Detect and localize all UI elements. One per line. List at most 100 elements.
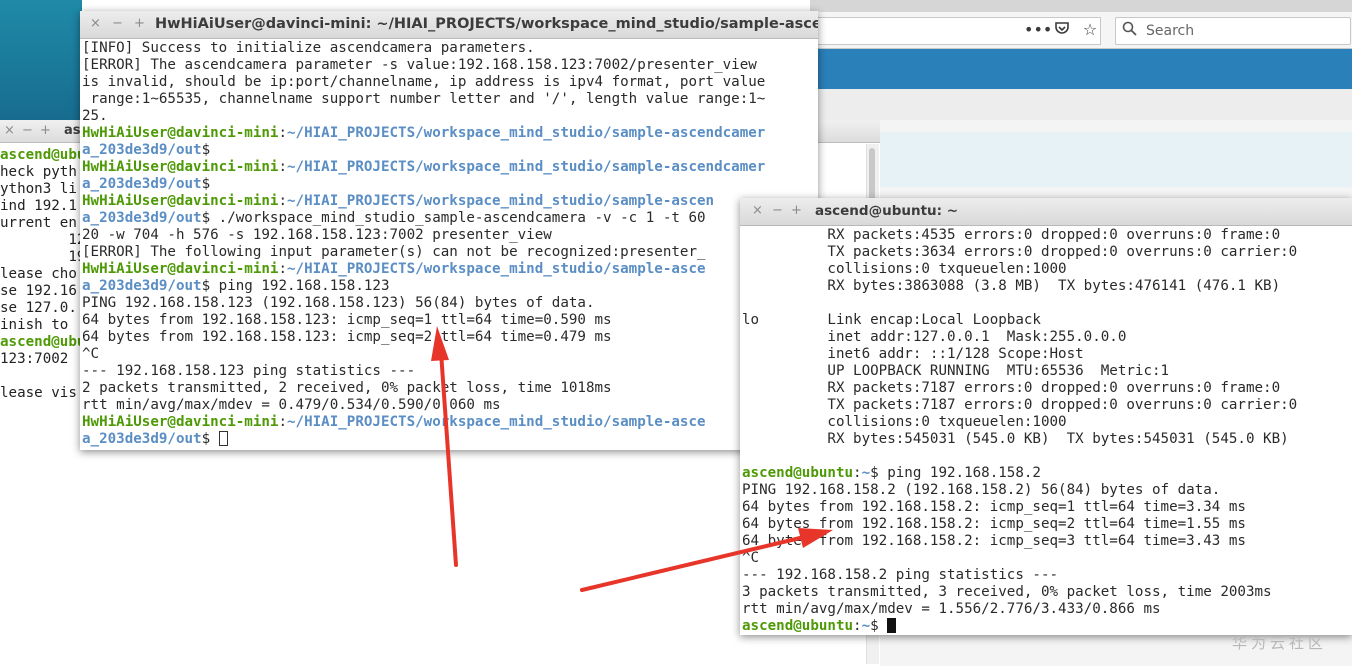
output-text: 64 bytes from 192.168.158.2: icmp_seq=1 …: [742, 499, 1246, 515]
prompt-dollar: $: [201, 431, 211, 447]
prompt-separator: :: [278, 261, 288, 277]
minimize-icon[interactable]: −: [112, 16, 123, 31]
prompt-path: ~/HIAI_PROJECTS/workspace_mind_studio/sa…: [287, 125, 766, 141]
search-icon: [1122, 21, 1137, 40]
terminal-line: se 127.0.: [0, 300, 77, 316]
terminal-line: [742, 295, 1297, 312]
terminal-line: ind 192.1: [0, 198, 77, 214]
close-icon[interactable]: ×: [752, 203, 763, 218]
browser-tab-strip: [810, 0, 1352, 12]
output-text: --- 192.168.158.123 ping statistics ---: [82, 363, 416, 379]
output-text: RX bytes:545031 (545.0 KB) TX bytes:5450…: [742, 431, 1289, 447]
terminal-line: ascend@ubu: [0, 147, 86, 163]
output-text: 64 bytes from 192.168.158.123: icmp_seq=…: [82, 312, 612, 328]
more-dots-icon[interactable]: •••: [1024, 20, 1052, 40]
output-text: RX bytes:3863088 (3.8 MB) TX bytes:47614…: [742, 278, 1281, 294]
pocket-icon[interactable]: [1052, 20, 1072, 40]
output-text: UP LOOPBACK RUNNING MTU:65536 Metric:1: [742, 363, 1170, 379]
command-text: ping 192.168.158.2: [878, 465, 1041, 481]
davinci-terminal-window[interactable]: × − + HwHiAiUser@davinci-mini: ~/HIAI_PR…: [80, 11, 818, 450]
prompt-path: a_203de3d9/out: [82, 142, 202, 158]
terminal-line: 3 packets transmitted, 3 received, 0% pa…: [742, 584, 1297, 601]
terminal-line: HwHiAiUser@davinci-mini:~/HIAI_PROJECTS/…: [82, 414, 765, 431]
terminal-cursor: [218, 431, 228, 446]
prompt-dollar: $: [870, 465, 879, 481]
terminal-line: 64 bytes from 192.168.158.2: icmp_seq=1 …: [742, 499, 1297, 516]
prompt-dollar: $: [870, 618, 879, 634]
prompt-path: ~: [861, 618, 871, 634]
terminal-line: TX packets:7187 errors:0 dropped:0 overr…: [742, 397, 1297, 414]
output-text: collisions:0 txqueuelen:1000: [742, 414, 1067, 430]
output-text: 20 -w 704 -h 576 -s 192.168.158.123:7002…: [82, 227, 552, 243]
browser-page-header: [810, 49, 1352, 89]
browser-toolbar: ••• ☆ Search: [810, 12, 1352, 49]
terminal-line: is invalid, should be ip:port/channelnam…: [82, 74, 765, 91]
terminal-line: 123:7002: [0, 351, 69, 367]
terminal-line: 64 bytes from 192.168.158.2: icmp_seq=3 …: [742, 533, 1297, 550]
prompt-path: a_203de3d9/out: [82, 431, 202, 447]
terminal-line: a_203de3d9/out$: [82, 431, 765, 448]
prompt-separator: :: [278, 125, 288, 141]
prompt-dollar: $: [201, 210, 211, 226]
ubuntu-terminal-window[interactable]: × − + ascend@ubuntu: ~ RX packets:4535 e…: [740, 198, 1352, 635]
prompt-separator: :: [278, 414, 288, 430]
output-text: PING 192.168.158.123 (192.168.158.123) 5…: [82, 295, 595, 311]
terminal-line: urrent en: [0, 215, 77, 231]
terminal-line: RX bytes:545031 (545.0 KB) TX bytes:5450…: [742, 431, 1297, 448]
terminal-line: PING 192.168.158.123 (192.168.158.123) 5…: [82, 295, 765, 312]
output-text: [ERROR] The following input parameter(s)…: [82, 244, 706, 260]
maximize-icon[interactable]: +: [134, 16, 145, 31]
search-box[interactable]: Search: [1115, 17, 1351, 45]
output-text: rtt min/avg/max/mdev = 0.479/0.534/0.590…: [82, 397, 501, 413]
output-text: RX packets:7187 errors:0 dropped:0 overr…: [742, 380, 1281, 396]
output-text: 64 bytes from 192.168.158.2: icmp_seq=3 …: [742, 533, 1246, 549]
terminal-line: 19: [0, 249, 86, 265]
prompt-path: a_203de3d9/out: [82, 210, 202, 226]
terminal-line: UP LOOPBACK RUNNING MTU:65536 Metric:1: [742, 363, 1297, 380]
terminal-line: rtt min/avg/max/mdev = 0.479/0.534/0.590…: [82, 397, 765, 414]
terminal-line: RX packets:4535 errors:0 dropped:0 overr…: [742, 227, 1297, 244]
output-text: 3 packets transmitted, 3 received, 0% pa…: [742, 584, 1272, 600]
command-text: ./workspace_mind_studio_sample-ascendcam…: [210, 210, 706, 226]
terminal-line: ^C: [82, 346, 765, 363]
output-text: [ERROR] The ascendcamera parameter -s va…: [82, 57, 757, 73]
prompt-path: a_203de3d9/out: [82, 176, 202, 192]
prompt-user: HwHiAiUser@davinci-mini: [82, 261, 279, 277]
terminal-line: a_203de3d9/out$ ping 192.168.158.123: [82, 278, 765, 295]
terminal-line: [ERROR] The ascendcamera parameter -s va…: [82, 57, 765, 74]
terminal-line: inish to: [0, 317, 69, 333]
star-icon[interactable]: ☆: [1080, 20, 1100, 40]
prompt-user: HwHiAiUser@davinci-mini: [82, 193, 279, 209]
terminal-line: ascend@ubuntu:~$: [742, 618, 1297, 635]
terminal-line: lease cho: [0, 266, 77, 282]
output-text: range:1~65535, channelname support numbe…: [82, 91, 766, 107]
terminal-line: se 192.16: [0, 283, 77, 299]
output-text: 2 packets transmitted, 2 received, 0% pa…: [82, 380, 612, 396]
terminal-line: 64 bytes from 192.168.158.2: icmp_seq=2 …: [742, 516, 1297, 533]
prompt-user: HwHiAiUser@davinci-mini: [82, 125, 279, 141]
terminal-line: 64 bytes from 192.168.158.123: icmp_seq=…: [82, 329, 765, 346]
output-text: 64 bytes from 192.168.158.123: icmp_seq=…: [82, 329, 612, 345]
close-icon[interactable]: ×: [90, 16, 101, 31]
output-text: RX packets:4535 errors:0 dropped:0 overr…: [742, 227, 1281, 243]
maximize-icon[interactable]: +: [791, 203, 802, 218]
back-terminal-output: ascend@ubu heck pyth ython3 li ind 192.1 urr…: [0, 147, 85, 402]
davinci-terminal-title: HwHiAiUser@davinci-mini: ~/HIAI_PROJECTS…: [155, 16, 818, 32]
terminal-line: TX packets:3634 errors:0 dropped:0 overr…: [742, 244, 1297, 261]
terminal-line: --- 192.168.158.123 ping statistics ---: [82, 363, 765, 380]
prompt-path: ~/HIAI_PROJECTS/workspace_mind_studio/sa…: [287, 193, 715, 209]
search-input-placeholder: Search: [1146, 23, 1195, 39]
terminal-line: heck pyth: [0, 164, 77, 180]
command-text: [210, 431, 219, 447]
maximize-icon[interactable]: +: [40, 123, 51, 138]
output-text: inet6 addr: ::1/128 Scope:Host: [742, 346, 1084, 362]
ubuntu-terminal-titlebar: × − + ascend@ubuntu: ~: [740, 198, 1352, 226]
terminal-line: [742, 448, 1297, 465]
prompt-dollar: $: [201, 278, 211, 294]
minimize-icon[interactable]: −: [22, 123, 33, 138]
davinci-terminal-titlebar: × − + HwHiAiUser@davinci-mini: ~/HIAI_PR…: [80, 11, 818, 39]
minimize-icon[interactable]: −: [772, 203, 783, 218]
close-icon[interactable]: ×: [4, 123, 15, 138]
